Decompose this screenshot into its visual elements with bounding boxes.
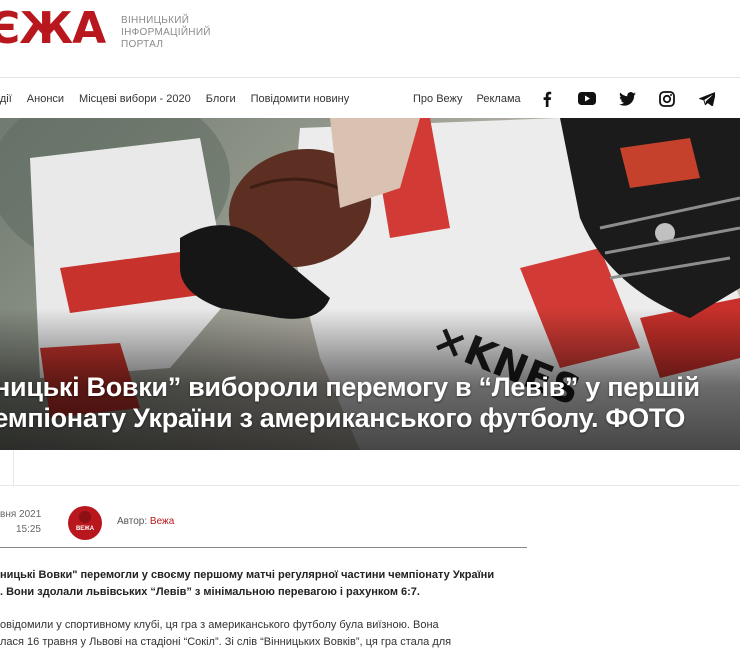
article-title: нницькі Вовки” вибороли перемогу в “Леві… bbox=[0, 372, 740, 434]
body-line: овідомили у спортивному клубі, ця гра з … bbox=[0, 619, 439, 631]
avatar-label: ВЕЖА bbox=[75, 526, 95, 532]
author-label: Автор: bbox=[117, 516, 148, 527]
nav-item-elections[interactable]: Місцеві вибори - 2020 bbox=[79, 93, 191, 105]
lead-line: ницькі Вовки" перемогли у своєму першому… bbox=[0, 569, 495, 581]
nav-item-events[interactable]: одії bbox=[0, 93, 12, 105]
article-lead: ницькі Вовки" перемогли у своєму першому… bbox=[0, 567, 527, 601]
site-tagline: ВІННИЦЬКИЙ ІНФОРМАЦІЙНИЙ ПОРТАЛ bbox=[121, 15, 211, 51]
tagline-line: ІНФОРМАЦІЙНИЙ bbox=[121, 27, 211, 38]
author-byline: Автор: Вежа bbox=[117, 516, 174, 527]
article-body: овідомили у спортивному клубі, ця гра з … bbox=[0, 617, 527, 651]
site-logo[interactable]: ЄЖА bbox=[0, 4, 106, 54]
publish-date-time: 15:25 bbox=[15, 524, 41, 535]
publish-date-day: вня 2021 bbox=[0, 509, 42, 520]
lead-line: . Вони здолали львівських “Левів” з міні… bbox=[0, 586, 420, 598]
instagram-icon[interactable] bbox=[658, 90, 676, 108]
body-line: лася 16 травня у Львові на стадіоні “Сок… bbox=[0, 636, 452, 648]
publish-date: вня 2021 15:25 bbox=[0, 507, 41, 537]
article-title-line: нницькі Вовки” вибороли перемогу в “Леві… bbox=[0, 372, 700, 402]
nav-item-about[interactable]: Про Вежу bbox=[413, 93, 463, 105]
twitter-icon[interactable] bbox=[618, 90, 636, 108]
nav-item-blogs[interactable]: Блоги bbox=[206, 93, 236, 105]
nav-menu: одії Анонси Місцеві вибори - 2020 Блоги … bbox=[0, 78, 364, 119]
tagline-line: ВІННИЦЬКИЙ bbox=[121, 15, 190, 26]
avatar-figure bbox=[79, 511, 91, 523]
author-name-link[interactable]: Вежа bbox=[150, 516, 174, 527]
article-title-line: чемпіонату України з американського футб… bbox=[0, 403, 686, 433]
social-links bbox=[538, 78, 738, 119]
article-toolbar bbox=[0, 450, 740, 486]
article-meta: вня 2021 15:25 ВЕЖА Автор: Вежа bbox=[0, 502, 527, 548]
toolbar-tab[interactable] bbox=[0, 450, 14, 486]
nav-item-report-news[interactable]: Повідомити новину bbox=[251, 93, 350, 105]
facebook-icon[interactable] bbox=[538, 90, 556, 108]
youtube-icon[interactable] bbox=[578, 90, 596, 108]
author-avatar[interactable]: ВЕЖА bbox=[68, 506, 102, 540]
site-header: ЄЖА ВІННИЦЬКИЙ ІНФОРМАЦІЙНИЙ ПОРТАЛ bbox=[0, 0, 740, 77]
tagline-line: ПОРТАЛ bbox=[121, 39, 164, 50]
main-nav: одії Анонси Місцеві вибори - 2020 Блоги … bbox=[0, 77, 740, 118]
telegram-icon[interactable] bbox=[698, 90, 716, 108]
nav-item-advertising[interactable]: Реклама bbox=[477, 93, 521, 105]
nav-item-announcements[interactable]: Анонси bbox=[27, 93, 64, 105]
nav-secondary: Про Вежу Реклама bbox=[413, 78, 535, 119]
